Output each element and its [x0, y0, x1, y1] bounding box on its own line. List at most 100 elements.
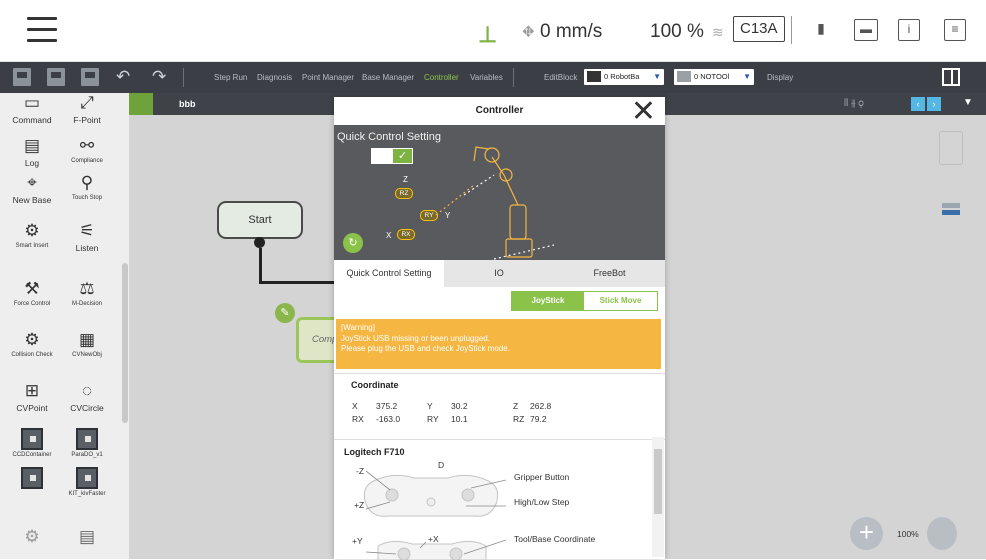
menu-variables[interactable]: Variables	[470, 73, 503, 82]
close-icon[interactable]: ✕	[631, 97, 656, 127]
toggle-knob	[372, 149, 393, 163]
status-bar: ⊥ ⛖ 0 mm/s 100 % ≋ C13A ▮ ▬ i ≡	[0, 0, 986, 62]
command-palette: ▭ Command ⤢ F-Point ▤ Log ⚯ Compliance ⌖ New …	[0, 93, 129, 559]
palette-item-settings[interactable]: ⚙	[3, 527, 61, 549]
divider	[183, 68, 184, 87]
align-tools-icon[interactable]: ⫴ ⫵ ⚲	[844, 98, 864, 109]
menu-base-manager[interactable]: Base Manager	[362, 73, 414, 82]
palette-item-cv-circle[interactable]: ◌ CVCircle	[58, 381, 116, 413]
m-decision-icon: ⚖	[79, 279, 95, 298]
base-icon	[587, 70, 601, 82]
menu-controller[interactable]: Controller	[424, 73, 459, 82]
palette-item-compliance[interactable]: ⚯ Compliance	[58, 136, 116, 164]
redo-icon[interactable]: ↷	[152, 67, 166, 87]
palette-label: CCDContainer	[12, 452, 52, 458]
palette-label: Compliance	[71, 158, 103, 164]
menu-display[interactable]: Display	[767, 73, 793, 82]
coord-value-ry: 10.1	[451, 414, 468, 424]
robot-base-select[interactable]: 0 RobotBa ▼	[584, 69, 664, 85]
prev-tab-icon[interactable]: ‹	[911, 97, 925, 111]
gamepad-title: Logitech F710	[344, 447, 405, 457]
menu-point-manager[interactable]: Point Manager	[302, 73, 354, 82]
command-icon: ▭	[23, 93, 41, 112]
menu-edit-block[interactable]: EditBlock	[544, 73, 577, 82]
tab-flow-name[interactable]: bbb	[179, 99, 196, 109]
tab-freebot[interactable]: FreeBot	[554, 260, 665, 287]
robot-base-value: 0 RobotBa	[604, 72, 640, 81]
palette-scrollbar[interactable]	[122, 263, 128, 423]
undo-icon[interactable]: ↶	[116, 67, 130, 87]
palette-item-cv-new-obj[interactable]: ▦ CVNewObj	[58, 330, 116, 358]
refresh-icon[interactable]: ↻	[343, 233, 363, 253]
palette-item-command[interactable]: ▭ Command	[3, 93, 61, 125]
palette-label: Touch Stop	[71, 195, 103, 201]
palette-label: KIT_kivFaster	[68, 491, 106, 497]
gamepad-section: Logitech F710 -Z D +Z Gripper Button Hig…	[334, 439, 665, 560]
kit-icon	[76, 467, 98, 489]
log-icon[interactable]: ≡	[944, 19, 966, 41]
display-layout-icon[interactable]	[942, 68, 960, 86]
robot-arm-illustration	[435, 146, 555, 260]
speed-icon: ⛖	[522, 24, 535, 41]
stick-move-button[interactable]: Stick Move	[584, 292, 657, 310]
palette-item-cv-point[interactable]: ⊞ CVPoint	[3, 381, 61, 413]
palette-item-block[interactable]	[3, 467, 61, 491]
axis-label-z: Z	[403, 175, 408, 184]
chevron-down-icon: ▼	[743, 72, 751, 81]
gamepad-label-neg-z: -Z	[356, 466, 365, 476]
zoom-in-button[interactable]: +	[850, 517, 883, 550]
palette-item-smart-insert[interactable]: ⚙ Smart Insert	[3, 221, 61, 249]
save-icon[interactable]	[47, 68, 65, 86]
axis-badge-rz: RZ	[395, 188, 413, 199]
force-control-icon: ⚒	[24, 279, 40, 298]
palette-item-listen[interactable]: ⚟ Listen	[58, 221, 116, 253]
palette-label: CVNewObj	[72, 352, 102, 358]
quick-control-toggle[interactable]: ✓	[371, 148, 413, 164]
next-tab-icon[interactable]: ›	[927, 97, 941, 111]
palette-item-para-do[interactable]: ParaDO_v1	[58, 428, 116, 458]
signal-icon: ≋	[712, 24, 724, 40]
menu-icon[interactable]	[27, 17, 57, 43]
dialog-scrollbar-thumb[interactable]	[654, 449, 662, 514]
palette-item-f-point[interactable]: ⤢ F-Point	[58, 93, 116, 125]
tab-quick-control-setting[interactable]: Quick Control Setting	[334, 260, 444, 287]
palette-item-new-base[interactable]: ⌖ New Base	[3, 173, 61, 205]
gamepad-label-d: D	[438, 460, 445, 470]
new-base-icon: ⌖	[27, 173, 37, 192]
palette-item-log[interactable]: ▤ Log	[3, 136, 61, 168]
save-as-icon[interactable]	[81, 68, 99, 86]
menu-diagnosis[interactable]: Diagnosis	[257, 73, 292, 82]
panel-toggle-icon[interactable]	[939, 131, 963, 165]
coord-key: RX	[352, 414, 364, 424]
f-point-icon: ⤢	[80, 93, 94, 112]
tab-io[interactable]: IO	[444, 260, 554, 287]
palette-item-force-control[interactable]: ⚒ Force Control	[3, 279, 61, 307]
coord-value-rx: -163.0	[376, 414, 401, 424]
tab-dropdown-icon[interactable]: ▼	[963, 97, 973, 108]
zoom-out-button[interactable]	[927, 517, 957, 550]
cv-point-icon: ⊞	[24, 381, 40, 400]
controller-badge: C13A	[733, 16, 785, 42]
axis-label-x: X	[386, 231, 392, 240]
new-file-icon[interactable]	[13, 68, 31, 86]
menu-step-run[interactable]: Step Run	[214, 73, 247, 82]
palette-item-collision-check[interactable]: ⚙ Collision Check	[3, 330, 61, 358]
start-node[interactable]: Start	[217, 201, 303, 239]
keyboard-icon[interactable]: ▬	[854, 19, 878, 41]
joystick-mode-button[interactable]: JoyStick	[512, 292, 584, 310]
palette-item-m-decision[interactable]: ⚖ M-Decision	[58, 279, 116, 307]
node-connector[interactable]	[254, 237, 265, 248]
palette-item-list[interactable]: ▤	[58, 527, 116, 549]
palette-item-kit[interactable]: KIT_kivFaster	[58, 467, 116, 497]
info-icon[interactable]: i	[898, 19, 920, 41]
list-icon: ▤	[78, 527, 96, 546]
palette-label: Log	[24, 158, 40, 168]
palette-item-touch-stop[interactable]: ⚲ Touch Stop	[58, 173, 116, 201]
tab-indicator	[129, 93, 153, 115]
speed-percent[interactable]: 100 %	[650, 21, 704, 43]
tool-select[interactable]: 0 NOTOOl ▼	[674, 69, 754, 85]
palette-item-ccd-container[interactable]: CCDContainer	[3, 428, 61, 458]
palette-label: Smart Insert	[15, 243, 49, 249]
cv-new-obj-icon: ▦	[78, 330, 96, 349]
edit-pencil-icon[interactable]: ✎	[275, 303, 295, 323]
